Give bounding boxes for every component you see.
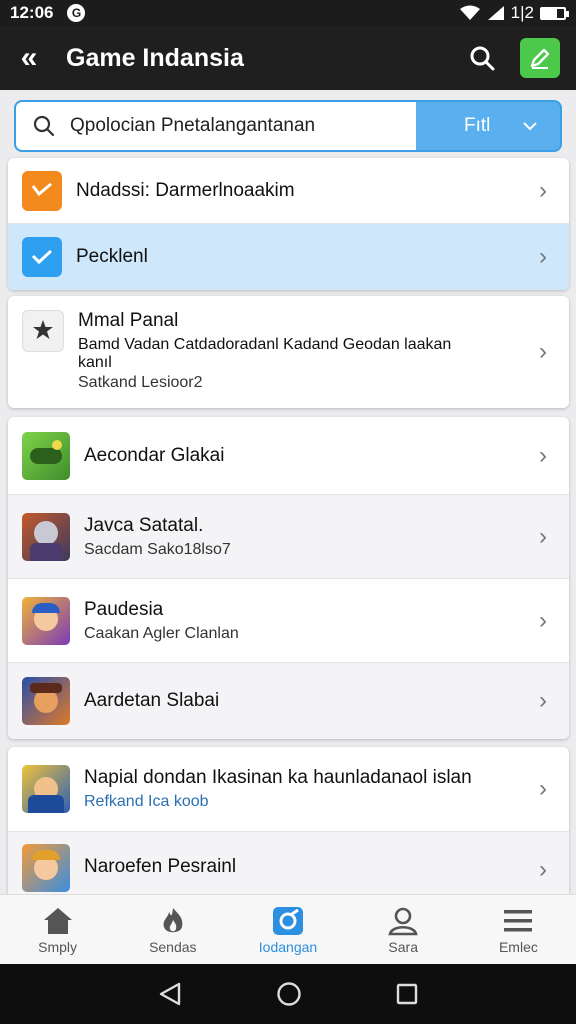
search-input[interactable] xyxy=(70,115,390,137)
nav-item-smply[interactable]: Smply xyxy=(0,895,115,964)
game-subtitle-link[interactable]: Refkand Ica koob xyxy=(84,793,472,811)
list-item-title: Ndadssi: Darmerlnoaakim xyxy=(76,179,295,201)
battery-icon xyxy=(540,6,569,20)
system-navigation-bar xyxy=(0,964,576,1024)
blue-check-icon xyxy=(22,237,62,277)
top-list-card: Ndadssi: Darmerlnoaakim › Pecklenl › xyxy=(8,158,569,290)
filter-label: Fıtl xyxy=(464,115,491,136)
nav-label: Sendas xyxy=(149,938,197,955)
menu-icon xyxy=(504,909,533,931)
chevron-right-icon: › xyxy=(539,687,547,714)
star-badge-icon xyxy=(22,310,64,352)
nav-label: Sara xyxy=(388,938,418,955)
search-bar: Fıtl xyxy=(14,100,562,152)
game-subtitle: Caakan Agler Clanlan xyxy=(84,624,239,642)
home-circle-icon[interactable] xyxy=(276,981,302,1007)
back-triangle-icon[interactable] xyxy=(157,981,183,1007)
nav-item-sara[interactable]: Sara xyxy=(346,895,461,964)
chevron-right-icon: › xyxy=(539,856,547,883)
game-title: Aecondar Glakai xyxy=(84,444,225,466)
info-desc-line2: kanıl xyxy=(78,354,112,371)
info-desc-line1: Bamd Vadan Catdadoradanl Kadand Geodan l… xyxy=(78,336,452,353)
girl-game-icon xyxy=(22,596,70,645)
info-meta: Satkand Lesioor2 xyxy=(78,374,203,391)
home-icon xyxy=(43,907,72,934)
filter-dropdown[interactable]: Fıtl xyxy=(416,102,560,150)
more-games-card: Napial dondan Ikasinan ka haunladanaol i… xyxy=(8,747,569,894)
status-time: 12:06 xyxy=(10,3,54,22)
search-icon xyxy=(470,46,495,71)
orange-check-icon xyxy=(22,170,62,211)
search-field[interactable] xyxy=(16,102,416,150)
game-title: Aardetan Slabai xyxy=(84,690,220,711)
pirate-game-icon xyxy=(22,677,70,725)
list-item-game[interactable]: Paudesia Caakan Agler Clanlan › xyxy=(8,579,569,663)
list-item-title: Pecklenl xyxy=(76,246,148,267)
game-subtitle: Sacdam Sako18lso7 xyxy=(84,540,231,558)
nav-item-sendas[interactable]: Sendas xyxy=(115,895,230,964)
list-item-game[interactable]: Naroefen Pesrainl › xyxy=(8,832,569,894)
chevron-right-icon: › xyxy=(539,441,547,469)
app-bar: « Game Indansia xyxy=(0,26,576,90)
signal-icon xyxy=(487,6,504,20)
game-title: Naroefen Pesrainl xyxy=(84,856,237,877)
list-item-game[interactable]: Aardetan Slabai › xyxy=(8,663,569,739)
wifi-icon xyxy=(459,5,480,20)
search-icon xyxy=(33,115,55,137)
profile-icon xyxy=(388,907,418,935)
back-button[interactable]: « xyxy=(0,26,58,90)
signal-text: 1|2 xyxy=(510,3,534,22)
info-card: Mmal Panal Bamd Vadan Catdadoradanl Kada… xyxy=(8,296,569,408)
game-title: Paudesia xyxy=(84,598,164,620)
game-title: Javca Satatal. xyxy=(84,514,204,536)
chevron-right-icon: › xyxy=(539,522,547,550)
recents-square-icon[interactable] xyxy=(395,982,419,1006)
chevron-right-icon: › xyxy=(539,243,547,270)
game-title: Napial dondan Ikasinan ka haunladanaol i… xyxy=(84,767,472,788)
status-indicators: 1|2 xyxy=(459,3,569,23)
chevron-right-icon: › xyxy=(539,338,547,365)
list-item-game[interactable]: Napial dondan Ikasinan ka haunladanaol i… xyxy=(8,747,569,832)
nav-label: Emlec xyxy=(498,938,538,955)
list-item-ndadssi[interactable]: Ndadssi: Darmerlnoaakim › xyxy=(8,158,569,224)
nav-label: Smply xyxy=(38,938,78,955)
list-item-game[interactable]: Aecondar Glakai › xyxy=(8,417,569,495)
knight-game-icon xyxy=(22,765,70,813)
edit-button[interactable] xyxy=(520,38,560,78)
list-item-pecklenl[interactable]: Pecklenl › xyxy=(8,224,569,290)
zombie-game-icon xyxy=(22,512,70,561)
status-bar: 12:06 G 1|2 xyxy=(0,0,576,26)
hero-game-icon xyxy=(22,844,70,892)
fire-icon xyxy=(163,907,183,932)
nav-label: Iodangan xyxy=(258,938,318,955)
chevron-right-icon: › xyxy=(539,775,547,802)
info-title: Mmal Panal xyxy=(78,310,179,331)
notification-icon: G xyxy=(67,4,86,22)
chevron-right-icon: › xyxy=(539,606,547,634)
list-item-game[interactable]: Javca Satatal. Sacdam Sako18lso7 › xyxy=(8,495,569,579)
games-icon xyxy=(273,906,303,935)
search-button[interactable] xyxy=(460,36,504,80)
bottom-navigation: Smply Sendas Iodangan Sara Emlec xyxy=(0,894,576,964)
green-game-icon xyxy=(22,431,70,480)
nav-item-emlec[interactable]: Emlec xyxy=(461,895,576,964)
games-list-card: Aecondar Glakai › Javca Satatal. Sacdam … xyxy=(8,417,569,739)
nav-item-iodangan[interactable]: Iodangan xyxy=(230,895,345,964)
chevron-right-icon: › xyxy=(539,176,547,204)
pencil-icon xyxy=(530,48,550,69)
chevron-down-icon xyxy=(523,122,537,131)
page-title: Game Indansia xyxy=(66,43,244,72)
info-item[interactable]: Mmal Panal Bamd Vadan Catdadoradanl Kada… xyxy=(8,296,569,408)
